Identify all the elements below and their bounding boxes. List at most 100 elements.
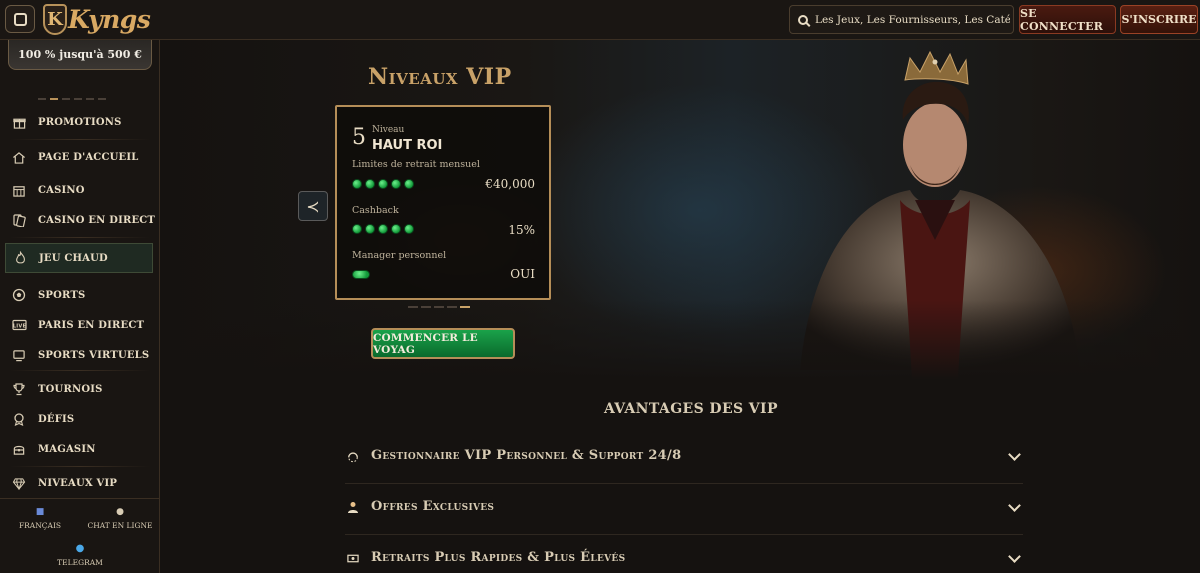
carousel-dot-active[interactable] xyxy=(50,98,58,100)
logo-text[interactable]: Kyngs xyxy=(68,5,151,34)
benefit-accordion-item[interactable]: Gestionnaire VIP Personnel & Support 24/… xyxy=(345,434,1023,484)
sidebar-item-label: MAGASIN xyxy=(38,443,96,455)
carousel-dot[interactable] xyxy=(86,98,94,100)
sidebar-item-shop[interactable]: MAGASIN xyxy=(0,434,160,464)
login-button[interactable]: SE CONNECTER xyxy=(1019,5,1116,34)
chevron-left-icon: ≺ xyxy=(306,196,320,216)
rating-pip xyxy=(365,224,375,234)
search-input[interactable] xyxy=(815,13,1010,26)
withdraw-limit-value: €40,000 xyxy=(485,177,535,191)
eu-flag-icon: ■ xyxy=(35,507,45,517)
carousel-dot[interactable] xyxy=(447,306,457,308)
sidebar-item-label: PARIS EN DIRECT xyxy=(38,319,145,331)
carousel-dot[interactable] xyxy=(98,98,106,100)
menu-icon xyxy=(13,12,27,26)
sidebar-item-promotions[interactable]: PROMOTIONS xyxy=(0,107,160,137)
trophy-icon xyxy=(11,381,27,397)
withdraw-limit-label: Limites de retrait mensuel xyxy=(352,159,480,170)
sidebar-item-label: CASINO xyxy=(38,184,85,196)
sidebar-item-live-casino[interactable]: CASINO EN DIRECT xyxy=(0,205,160,235)
sidebar: 100 % jusqu'à 500 € PROMOTIONS PAGE D'AC… xyxy=(0,40,160,573)
flame-icon xyxy=(12,250,28,266)
rating-pip xyxy=(352,179,362,189)
telegram-label: TELEGRAM xyxy=(57,558,103,567)
live-icon: LIVE xyxy=(11,317,27,333)
language-selector[interactable]: ■ FRANÇAIS xyxy=(0,507,80,530)
divider xyxy=(10,370,150,371)
live-chat-button[interactable]: ● CHAT EN LIGNE xyxy=(80,507,160,530)
benefit-accordion-item[interactable]: Offres Exclusives xyxy=(345,485,1023,535)
chevron-down-icon[interactable] xyxy=(1008,550,1021,563)
level-name: HAUT ROI xyxy=(372,138,443,153)
personal-manager-value: OUI xyxy=(510,267,535,281)
carousel-dot[interactable] xyxy=(38,98,46,100)
carousel-dot-active[interactable] xyxy=(460,306,470,308)
cashback-value: 15% xyxy=(508,223,535,237)
cash-icon xyxy=(347,552,359,564)
top-header: K Kyngs SE CONNECTER S'INSCRIRE xyxy=(0,0,1200,40)
logo-crest-icon[interactable]: K xyxy=(43,4,67,35)
banner-carousel-dots xyxy=(38,98,106,100)
sidebar-item-vip-levels[interactable]: NIVEAUX VIP xyxy=(0,468,160,498)
rating-pip xyxy=(378,224,388,234)
divider xyxy=(10,237,150,238)
status-pill xyxy=(352,270,370,279)
sidebar-item-label: PAGE D'ACCUEIL xyxy=(38,151,139,163)
sidebar-footer: ■ FRANÇAIS ● CHAT EN LIGNE ● TELEGRAM xyxy=(0,498,160,573)
rating-pip xyxy=(352,224,362,234)
person-icon xyxy=(347,501,359,513)
sidebar-item-casino[interactable]: CASINO xyxy=(0,175,160,205)
personal-manager-indicator xyxy=(352,270,370,279)
sidebar-item-tournaments[interactable]: TOURNOIS xyxy=(0,374,160,404)
benefit-title: Offres Exclusives xyxy=(371,499,495,514)
prev-level-button[interactable]: ≺ xyxy=(298,191,328,221)
page-title: Niveaux VIP xyxy=(368,64,512,90)
sidebar-item-label: SPORTS xyxy=(38,289,86,301)
chevron-down-icon[interactable] xyxy=(1008,448,1021,461)
start-journey-button[interactable]: COMMENCER LE VOYAG xyxy=(371,328,515,359)
rating-pip xyxy=(404,224,414,234)
withdraw-limit-rating xyxy=(352,179,414,189)
benefit-accordion-item[interactable]: Retraits Plus Rapides & Plus Élevés xyxy=(345,536,1023,573)
promo-banner[interactable]: 100 % jusqu'à 500 € xyxy=(8,40,152,70)
carousel-dot[interactable] xyxy=(74,98,82,100)
personal-manager-label: Manager personnel xyxy=(352,250,447,261)
sidebar-item-label: PROMOTIONS xyxy=(38,116,122,128)
rating-pip xyxy=(378,179,388,189)
medal-icon xyxy=(11,411,27,427)
divider xyxy=(10,139,150,140)
signup-button[interactable]: S'INSCRIRE xyxy=(1120,5,1198,34)
svg-text:LIVE: LIVE xyxy=(12,324,26,330)
rating-pip xyxy=(391,179,401,189)
level-label: Niveau xyxy=(372,125,405,135)
level-carousel-dots xyxy=(408,306,470,308)
chevron-down-icon[interactable] xyxy=(1008,499,1021,512)
menu-toggle-button[interactable] xyxy=(5,5,35,33)
telegram-button[interactable]: ● TELEGRAM xyxy=(0,543,160,567)
search-icon xyxy=(798,14,808,25)
sidebar-item-label: SPORTS VIRTUELS xyxy=(38,349,150,361)
sidebar-item-virtual-sports[interactable]: SPORTS VIRTUELS xyxy=(0,340,160,370)
live-chat-label: CHAT EN LIGNE xyxy=(87,521,153,530)
sidebar-item-home[interactable]: PAGE D'ACCUEIL xyxy=(0,142,160,172)
carousel-dot[interactable] xyxy=(408,306,418,308)
hero-fade xyxy=(160,300,1200,380)
sidebar-item-challenges[interactable]: DÉFIS xyxy=(0,404,160,434)
sidebar-item-hot-game[interactable]: JEU CHAUD xyxy=(5,243,153,273)
search-bar[interactable] xyxy=(789,5,1014,34)
gift-icon xyxy=(11,114,27,130)
chat-icon: ● xyxy=(116,507,124,517)
home-icon xyxy=(11,149,27,165)
sidebar-item-sports[interactable]: SPORTS xyxy=(0,280,160,310)
carousel-dot[interactable] xyxy=(421,306,431,308)
telegram-icon: ● xyxy=(75,543,85,554)
diamond-icon xyxy=(11,475,27,491)
benefit-title: Retraits Plus Rapides & Plus Élevés xyxy=(371,550,626,565)
sidebar-item-live-betting[interactable]: LIVE PARIS EN DIRECT xyxy=(0,310,160,340)
language-label: FRANÇAIS xyxy=(18,521,62,530)
carousel-dot[interactable] xyxy=(434,306,444,308)
sidebar-item-label: CASINO EN DIRECT xyxy=(38,214,156,226)
rating-pip xyxy=(365,179,375,189)
carousel-dot[interactable] xyxy=(62,98,70,100)
rating-pip xyxy=(404,179,414,189)
